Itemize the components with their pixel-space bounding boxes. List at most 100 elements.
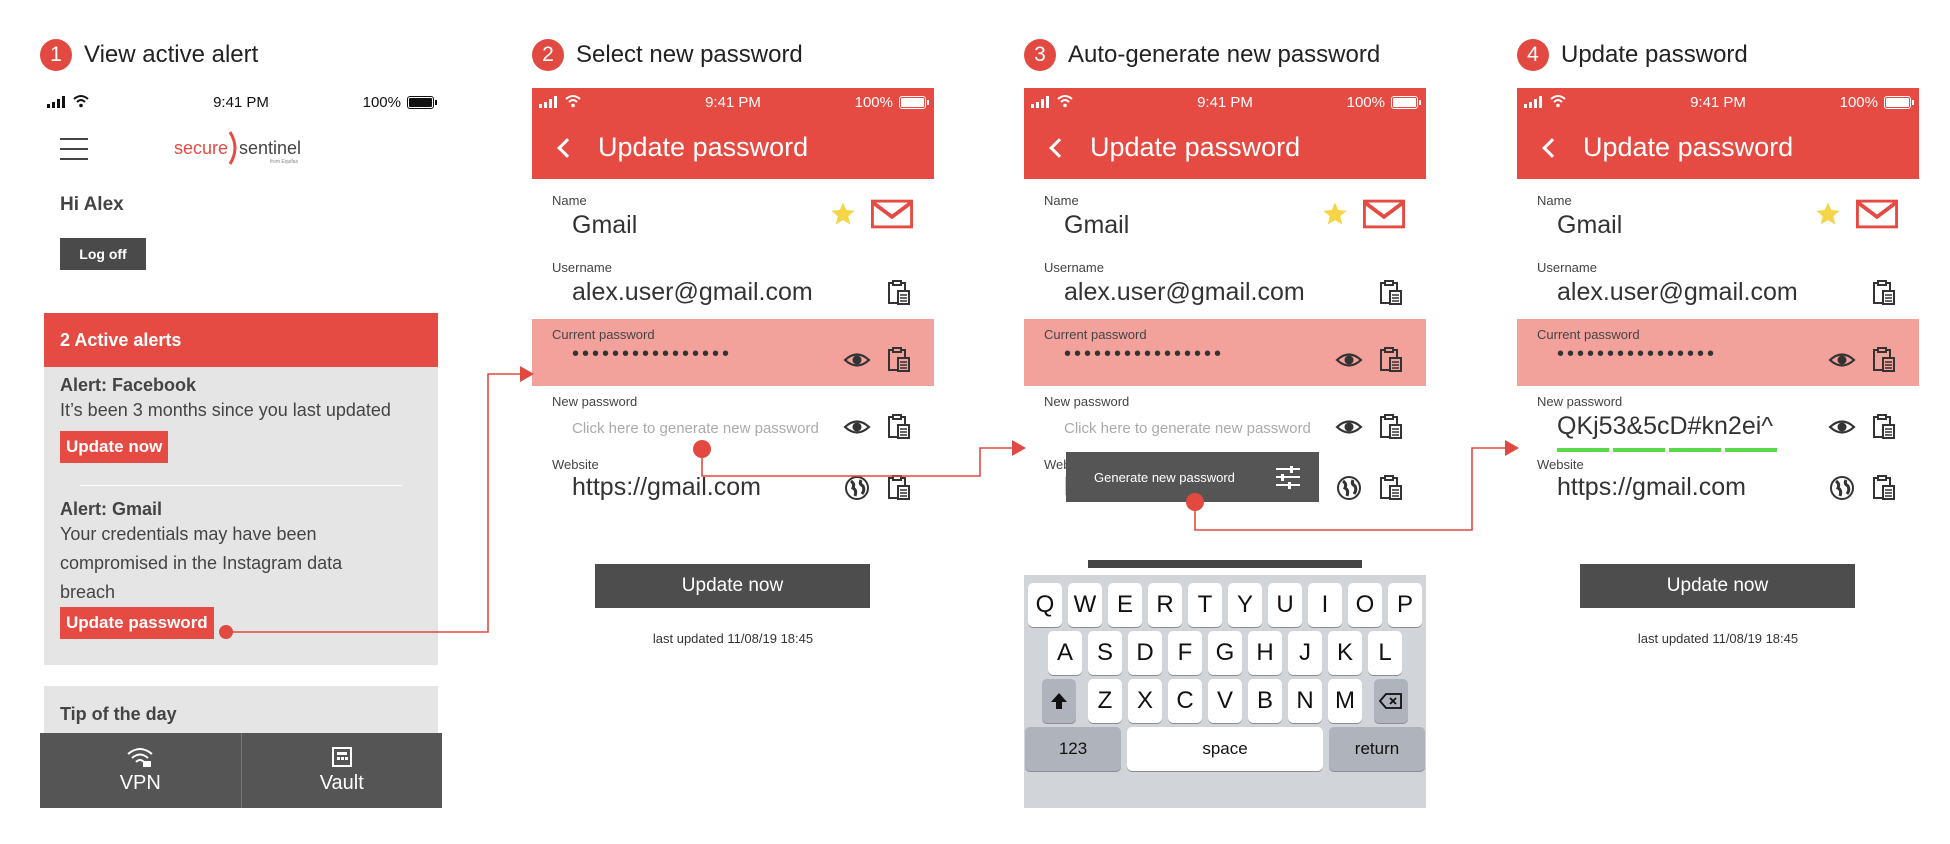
new-password-placeholder[interactable]: Click here to generate new password <box>572 420 819 437</box>
sliders-icon[interactable] <box>1275 465 1301 489</box>
current-password-field[interactable]: Current password •••••••••••••••• <box>1024 319 1426 386</box>
field-label: New password <box>1044 394 1130 409</box>
eye-icon[interactable] <box>1827 412 1857 442</box>
globe-icon[interactable] <box>842 473 872 503</box>
app-header: 9:41 PM 100% Update password <box>532 88 934 179</box>
update-now-button[interactable]: Update now <box>1580 564 1855 608</box>
numbers-key[interactable]: 123 <box>1025 727 1121 771</box>
globe-icon[interactable] <box>1827 473 1857 503</box>
step-number: 4 <box>1517 39 1549 71</box>
eye-icon[interactable] <box>842 412 872 442</box>
battery-icon <box>407 96 437 109</box>
clipboard-icon[interactable] <box>1869 345 1899 375</box>
update-now-button[interactable]: Update now <box>595 564 870 608</box>
star-icon[interactable] <box>828 199 858 229</box>
name-field[interactable]: Name Gmail <box>1517 185 1919 252</box>
keyboard-key[interactable]: Z <box>1088 679 1122 723</box>
generate-password-popup[interactable]: Generate new password <box>1066 452 1319 502</box>
alert-title: Alert: Facebook <box>60 375 197 395</box>
battery-indicator: 100% <box>855 94 929 111</box>
step-title: View active alert <box>84 41 259 68</box>
step-2-header: 2 Select new password <box>532 38 803 72</box>
keyboard-key[interactable]: K <box>1328 631 1362 675</box>
clipboard-icon[interactable] <box>1376 412 1406 442</box>
new-password-field[interactable]: New password Click here to generate new … <box>532 386 934 453</box>
page-title: Update password <box>1583 132 1794 162</box>
star-icon[interactable] <box>1320 199 1350 229</box>
keyboard-key[interactable]: J <box>1288 631 1322 675</box>
password-strength-meter <box>1557 448 1777 452</box>
eye-icon[interactable] <box>1334 412 1364 442</box>
clipboard-icon[interactable] <box>884 412 914 442</box>
wifi-lock-icon <box>127 748 153 767</box>
eye-icon[interactable] <box>1334 345 1364 375</box>
new-password-field[interactable]: New password Click here to generate new … <box>1024 386 1426 453</box>
keyboard-key[interactable]: H <box>1248 631 1282 675</box>
clipboard-icon[interactable] <box>1869 278 1899 308</box>
clipboard-icon[interactable] <box>1376 278 1406 308</box>
back-chevron-icon[interactable] <box>1542 137 1562 158</box>
return-key[interactable]: return <box>1329 727 1425 771</box>
keyboard-key[interactable]: T <box>1188 583 1222 627</box>
back-chevron-icon[interactable] <box>1049 137 1069 158</box>
clipboard-icon[interactable] <box>1376 345 1406 375</box>
keyboard-key[interactable]: L <box>1368 631 1402 675</box>
backspace-key[interactable] <box>1374 679 1408 723</box>
star-icon[interactable] <box>1813 199 1843 229</box>
keyboard-key[interactable]: E <box>1108 583 1142 627</box>
keyboard-key[interactable]: C <box>1168 679 1202 723</box>
back-chevron-icon[interactable] <box>557 137 577 158</box>
username-field[interactable]: Username alex.user@gmail.com <box>1024 252 1426 319</box>
website-field[interactable]: Website https://gmail.com <box>532 453 934 515</box>
keyboard-key[interactable]: X <box>1128 679 1162 723</box>
new-password-placeholder[interactable]: Click here to generate new password <box>1064 420 1311 437</box>
keyboard-key[interactable]: P <box>1388 583 1422 627</box>
tab-vpn[interactable]: VPN <box>40 733 241 808</box>
keyboard-key[interactable]: R <box>1148 583 1182 627</box>
clipboard-icon[interactable] <box>884 278 914 308</box>
keyboard-key[interactable]: B <box>1248 679 1282 723</box>
keyboard-key[interactable]: V <box>1208 679 1242 723</box>
clipboard-icon[interactable] <box>1869 412 1899 442</box>
website-field[interactable]: Website https://gmail.com <box>1517 453 1919 515</box>
keyboard-key[interactable]: I <box>1308 583 1342 627</box>
name-field[interactable]: Name Gmail <box>532 185 934 252</box>
field-label: Current password <box>1537 327 1640 342</box>
username-value: alex.user@gmail.com <box>572 278 813 306</box>
eye-icon[interactable] <box>1827 345 1857 375</box>
username-field[interactable]: Username alex.user@gmail.com <box>532 252 934 319</box>
log-off-button[interactable]: Log off <box>60 238 146 270</box>
secure-sentinel-logo: secure sentinel from Equifax <box>174 131 300 165</box>
clipboard-icon[interactable] <box>884 345 914 375</box>
clipboard-icon[interactable] <box>1869 473 1899 503</box>
keyboard-key[interactable]: A <box>1048 631 1082 675</box>
hamburger-menu-icon[interactable] <box>60 138 88 160</box>
battery-indicator: 100% <box>363 94 437 111</box>
update-now-button[interactable]: Update now <box>60 431 169 463</box>
new-password-field[interactable]: New password QKj53&5cD#kn2ei^ <box>1517 386 1919 453</box>
clipboard-icon[interactable] <box>1376 473 1406 503</box>
keyboard-key[interactable]: F <box>1168 631 1202 675</box>
space-key[interactable]: space <box>1127 727 1323 771</box>
globe-icon[interactable] <box>1334 473 1364 503</box>
name-field[interactable]: Name Gmail <box>1024 185 1426 252</box>
clipboard-icon[interactable] <box>884 473 914 503</box>
keyboard-key[interactable]: Q <box>1028 583 1062 627</box>
letter-keys: ZXCVBNM <box>1088 679 1362 723</box>
update-password-button[interactable]: Update password <box>60 607 214 639</box>
keyboard-key[interactable]: M <box>1328 679 1362 723</box>
keyboard-key[interactable]: D <box>1128 631 1162 675</box>
keyboard-key[interactable]: G <box>1208 631 1242 675</box>
username-field[interactable]: Username alex.user@gmail.com <box>1517 252 1919 319</box>
eye-icon[interactable] <box>842 345 872 375</box>
keyboard-key[interactable]: Y <box>1228 583 1262 627</box>
current-password-field[interactable]: Current password •••••••••••••••• <box>532 319 934 386</box>
current-password-field[interactable]: Current password •••••••••••••••• <box>1517 319 1919 386</box>
keyboard-key[interactable]: O <box>1348 583 1382 627</box>
keyboard-key[interactable]: U <box>1268 583 1302 627</box>
keyboard-key[interactable]: W <box>1068 583 1102 627</box>
keyboard-key[interactable]: S <box>1088 631 1122 675</box>
shift-key[interactable] <box>1042 679 1076 723</box>
tab-vault[interactable]: Vault <box>240 733 443 808</box>
keyboard-key[interactable]: N <box>1288 679 1322 723</box>
